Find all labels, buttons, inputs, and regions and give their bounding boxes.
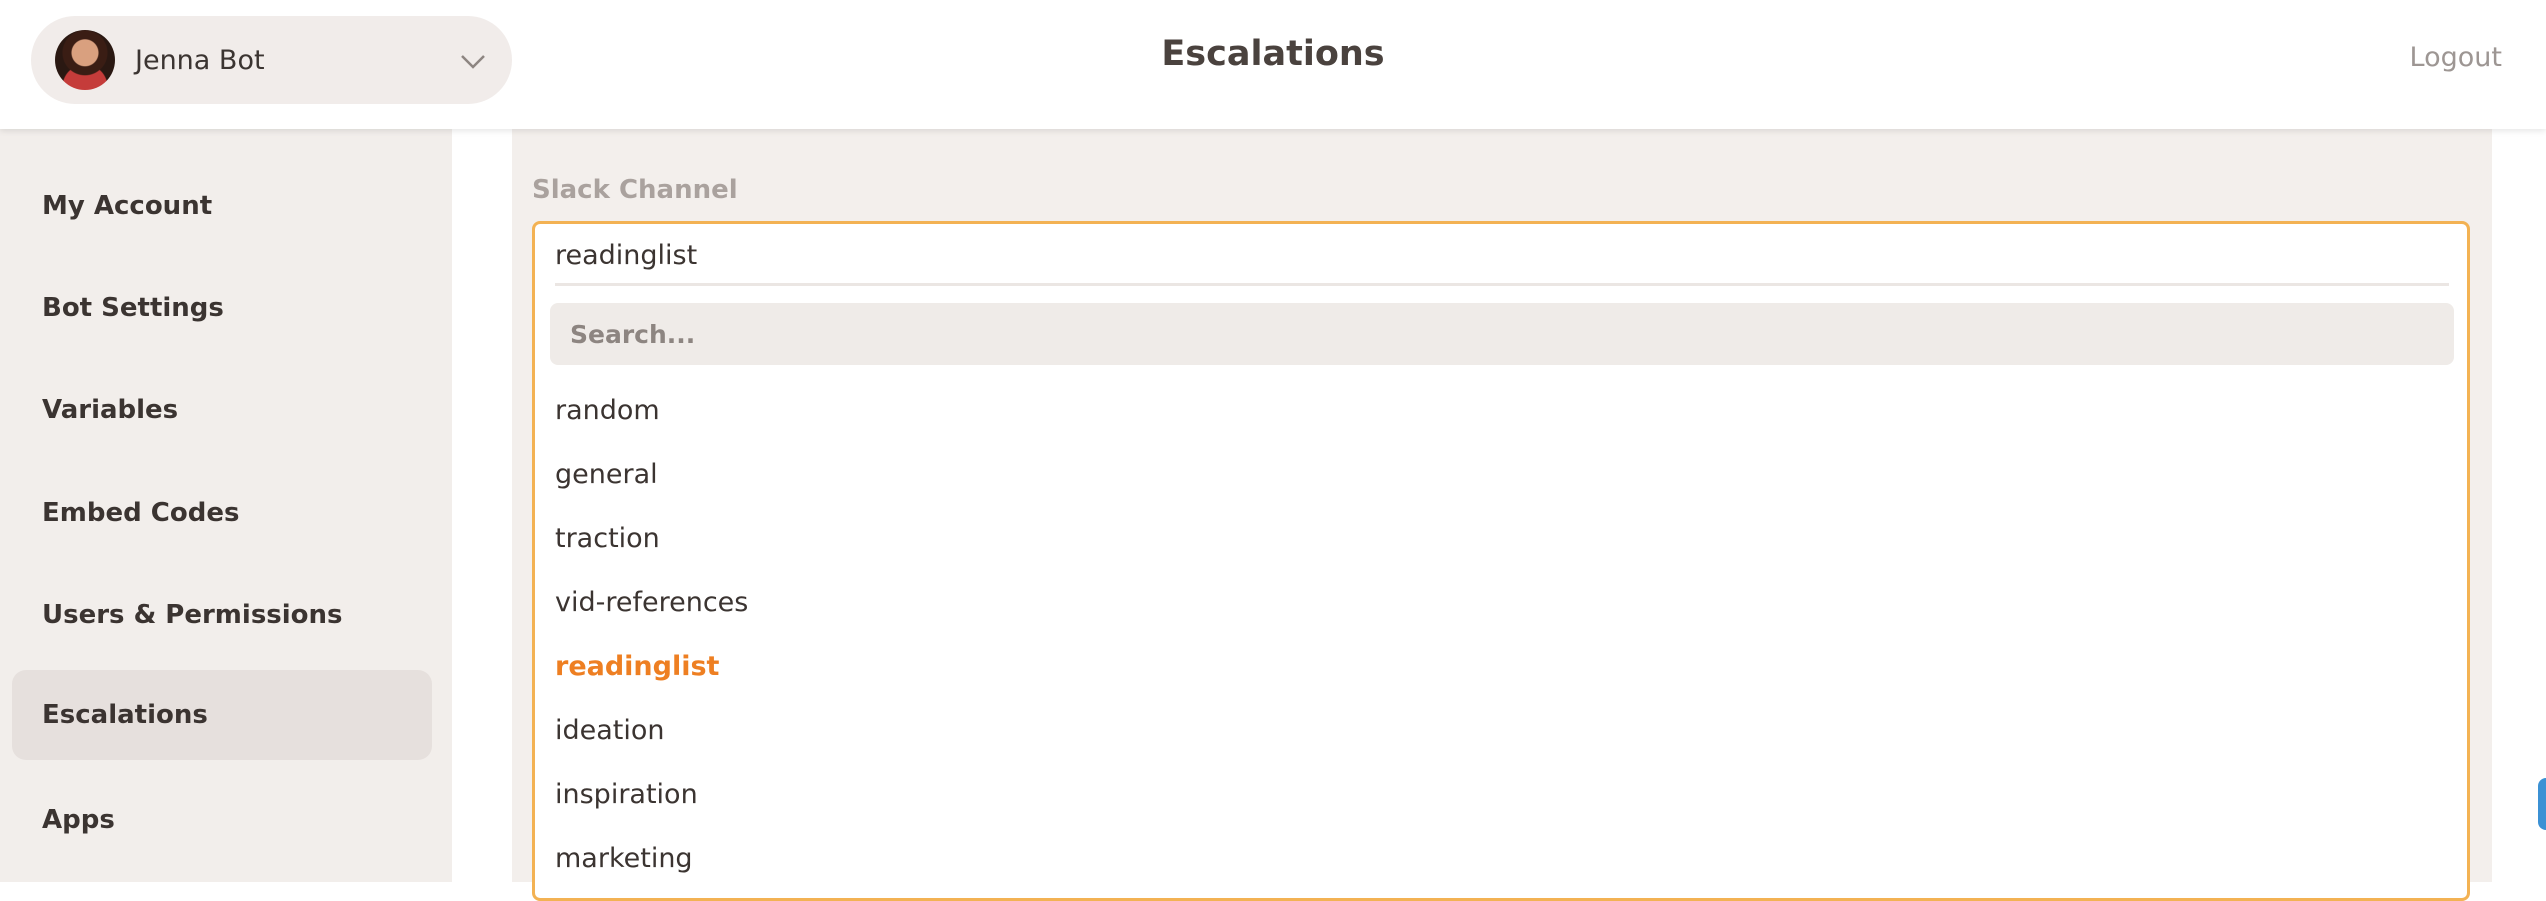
- channel-option-selected[interactable]: readinglist: [555, 651, 719, 682]
- channel-search-input[interactable]: [550, 303, 2454, 365]
- sidebar-item-embed-codes[interactable]: Embed Codes: [12, 468, 432, 558]
- channel-option[interactable]: general: [555, 459, 658, 490]
- sidebar: My Account Bot Settings Variables Embed …: [0, 129, 452, 882]
- channel-option[interactable]: marketing: [555, 843, 693, 874]
- channel-option[interactable]: traction: [555, 523, 660, 554]
- avatar: [55, 30, 115, 90]
- channel-option[interactable]: ideation: [555, 715, 665, 746]
- selected-channel[interactable]: readinglist: [555, 240, 697, 271]
- sidebar-item-escalations[interactable]: Escalations: [12, 670, 432, 760]
- sidebar-item-bot-settings[interactable]: Bot Settings: [12, 263, 432, 353]
- account-name: Jenna Bot: [135, 44, 265, 76]
- divider: [555, 283, 2449, 286]
- sidebar-item-variables[interactable]: Variables: [12, 365, 432, 455]
- sidebar-item-apps[interactable]: Apps: [12, 775, 432, 865]
- channel-option[interactable]: vid-references: [555, 587, 748, 618]
- channel-option[interactable]: random: [555, 395, 660, 426]
- sidebar-item-users-permissions[interactable]: Users & Permissions: [12, 570, 432, 660]
- account-switcher[interactable]: Jenna Bot: [31, 16, 512, 104]
- sidebar-item-my-account[interactable]: My Account: [12, 161, 432, 251]
- chevron-down-icon: [461, 55, 485, 69]
- logout-link[interactable]: Logout: [2410, 42, 2502, 73]
- slack-channel-label: Slack Channel: [532, 175, 738, 205]
- slack-channel-dropdown[interactable]: readinglist random general traction vid-…: [532, 221, 2470, 901]
- top-bar: Jenna Bot Escalations Logout: [0, 0, 2546, 129]
- help-widget-tab[interactable]: [2538, 778, 2546, 830]
- channel-option[interactable]: inspiration: [555, 779, 698, 810]
